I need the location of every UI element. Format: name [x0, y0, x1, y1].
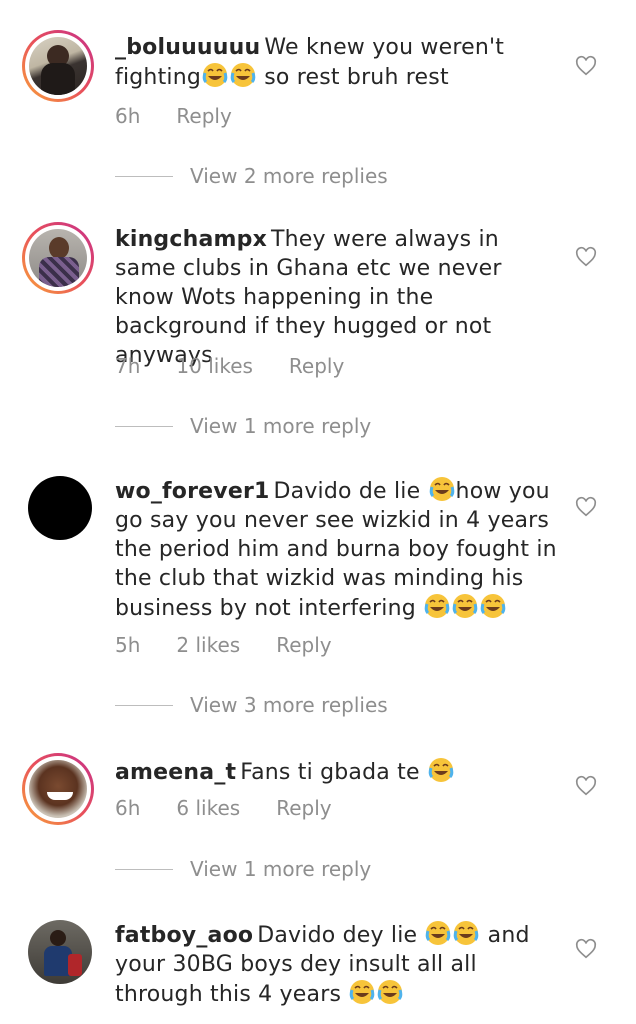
username[interactable]: wo_forever1 — [115, 479, 270, 504]
avatar[interactable] — [22, 222, 94, 294]
comment-meta: 6h 6 likes Reply — [115, 796, 368, 820]
view-more-replies[interactable]: View 1 more reply — [115, 857, 371, 881]
avatar[interactable] — [28, 476, 92, 540]
comment-meta: 5h 2 likes Reply — [115, 633, 368, 657]
laughing-emoji-icon — [424, 921, 480, 948]
comment-text: _boluuuuuu We knew you weren't fighting s… — [115, 35, 505, 90]
username[interactable]: ameena_t — [115, 760, 236, 785]
divider-line — [115, 425, 173, 427]
timestamp: 6h — [115, 796, 141, 820]
username[interactable]: kingchampx — [115, 227, 267, 252]
comment-meta: 7h 10 likes Reply — [115, 354, 380, 378]
avatar[interactable] — [22, 753, 94, 825]
username[interactable]: fatboy_aoo — [115, 923, 253, 948]
laughing-emoji-icon — [348, 980, 404, 1007]
laughing-emoji-icon — [201, 63, 257, 90]
heart-outline-icon[interactable] — [575, 938, 597, 960]
heart-outline-icon[interactable] — [575, 775, 597, 797]
avatar[interactable] — [28, 920, 92, 984]
comment-meta: 6h Reply — [115, 104, 268, 128]
reply-button[interactable]: Reply — [276, 796, 331, 820]
reply-button[interactable]: Reply — [176, 104, 231, 128]
heart-outline-icon[interactable] — [575, 246, 597, 268]
reply-button[interactable]: Reply — [289, 354, 344, 378]
timestamp: 7h — [115, 354, 141, 378]
comment-text: fatboy_aoo Davido dey lie and your 30BG b… — [115, 921, 530, 1007]
likes-count[interactable]: 2 likes — [176, 633, 240, 657]
comment-text: ameena_t Fans ti gbada te — [115, 757, 565, 787]
username[interactable]: _boluuuuuu — [115, 35, 260, 60]
likes-count[interactable]: 10 likes — [176, 354, 253, 378]
likes-count[interactable]: 6 likes — [176, 796, 240, 820]
timestamp: 6h — [115, 104, 141, 128]
divider-line — [115, 704, 173, 706]
heart-outline-icon[interactable] — [575, 496, 597, 518]
divider-line — [115, 868, 173, 870]
laughing-emoji-icon — [427, 758, 455, 785]
view-more-replies[interactable]: View 2 more replies — [115, 164, 388, 188]
view-more-replies[interactable]: View 1 more reply — [115, 414, 371, 438]
reply-button[interactable]: Reply — [276, 633, 331, 657]
comment-text: wo_forever1 Davido de lie how you go say … — [115, 477, 557, 621]
laughing-emoji-icon — [423, 594, 507, 621]
view-more-replies[interactable]: View 3 more replies — [115, 693, 388, 717]
heart-outline-icon[interactable] — [575, 55, 597, 77]
divider-line — [115, 175, 173, 177]
laughing-emoji-icon — [428, 477, 456, 504]
comment-text: kingchampx They were always in same clubs… — [115, 227, 502, 368]
timestamp: 5h — [115, 633, 141, 657]
avatar[interactable] — [22, 30, 94, 102]
